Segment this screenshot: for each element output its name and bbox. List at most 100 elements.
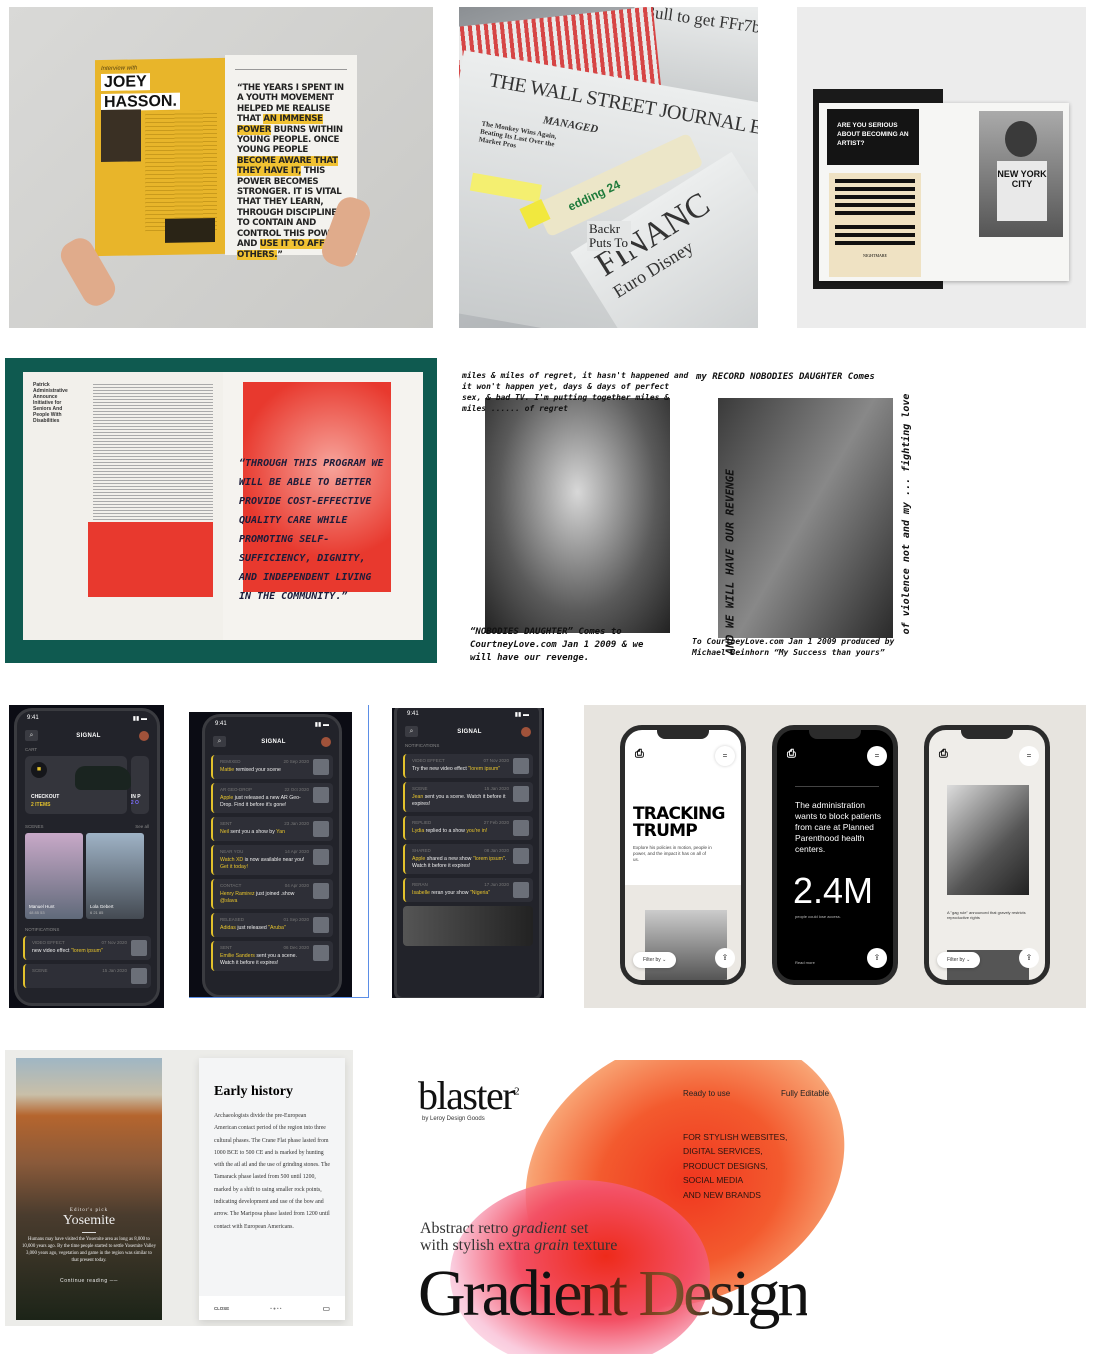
filter-button[interactable]: Filter by ⌄: [937, 952, 981, 968]
menu-icon[interactable]: =: [867, 746, 887, 766]
avatar[interactable]: [521, 726, 531, 737]
history-body: Archaeologists divide the pre-European A…: [214, 1113, 330, 1230]
notification-card[interactable]: SENT 06 Dec 2020 Emilie Sanders sent you a…: [211, 941, 333, 971]
use-item: PRODUCT DESIGNS,: [683, 1160, 768, 1171]
notification-card[interactable]: VIDEO EFFECT 07 Nov 2020 Try the new video…: [403, 754, 533, 778]
filter-button[interactable]: Filter by ⌄: [633, 952, 677, 968]
notification-category: REMIXED: [220, 759, 241, 764]
red-photo: [88, 522, 213, 597]
magazine-photo: Interview with JOEY HASSON. “The years I …: [9, 7, 433, 328]
notification-card[interactable]: RERAN 17 Jun 2020 Isabelle reran your show…: [403, 878, 533, 902]
status-time: 9:41: [215, 721, 227, 727]
notification-card[interactable]: REMIXED 20 Sep 2020 Mattie remixed your sc…: [211, 755, 333, 779]
filter-label: Filter by: [947, 957, 965, 963]
notification-message: Isabelle reran your show "Nigeria": [412, 890, 529, 897]
stat-value: 2.4M: [793, 870, 874, 911]
notification-card[interactable]: RELEASED 01 Sep 2020 Adidas just released …: [211, 913, 333, 937]
share-icon[interactable]: ⇪: [867, 948, 887, 968]
notification-card[interactable]: CONTACT 04 Apr 2020 Henry Ramirez just joi…: [211, 879, 333, 909]
comment-icon[interactable]: ▭: [322, 1304, 330, 1313]
notification-card[interactable]: SENT 23 Jan 2020 Neil sent you a show by Y…: [211, 817, 333, 841]
avatar[interactable]: [321, 736, 331, 747]
highlighted-name: "lorem ipsum": [472, 856, 505, 862]
checkout-card[interactable]: ■ CHECKOUT 2 ITEMS: [25, 756, 131, 814]
highlighted-name: you're in!: [466, 828, 488, 834]
notification-card[interactable]: AR GEO-DROP 22 Oct 2020 Apple just release…: [211, 783, 333, 813]
notification-category: CONTACT: [220, 883, 242, 888]
share-icon[interactable]: ⇪: [1019, 948, 1039, 968]
next-card[interactable]: IN P2 O: [130, 756, 149, 814]
yosemite-app-mockup: Editor's pick Yosemite Humans may have v…: [5, 1050, 353, 1326]
journal-heading: ARE YOU SERIOUS ABOUT BECOMING AN ARTIST…: [827, 109, 919, 165]
notification-category: SHARED: [412, 848, 431, 853]
notification-card[interactable]: VIDEO EFFECT 07 Nov 2020 new video effect …: [23, 936, 151, 960]
page-dots[interactable]: • ● • •: [270, 1306, 281, 1311]
menu-icon[interactable]: =: [1019, 746, 1039, 766]
red-magazine-photo: Patrick Administrative Announce Initiati…: [5, 358, 437, 663]
search-icon[interactable]: ⌕: [405, 726, 418, 737]
close-button[interactable]: CLOSE: [214, 1306, 229, 1311]
highlighted-name: "Nigeria": [469, 890, 491, 896]
search-icon[interactable]: ⌕: [25, 730, 38, 741]
notification-category: SCENE: [32, 968, 48, 973]
notification-card[interactable]: SCENE 15 Jan 2020 Jean sent you a scene. W…: [403, 782, 533, 812]
avatar[interactable]: [139, 730, 149, 741]
message-text: just released: [235, 925, 269, 931]
continue-reading-link[interactable]: Continue reading ──: [16, 1278, 162, 1284]
notification-category: SENT: [220, 945, 233, 950]
photo: [947, 785, 1029, 895]
motorcycle-card[interactable]: [403, 906, 533, 946]
history-title: Early history: [214, 1084, 293, 1099]
subtitle-text: Abstract retro: [420, 1220, 513, 1237]
yosemite-card: Editor's pick Yosemite Humans may have v…: [16, 1058, 162, 1320]
section-label: SCENES: [25, 824, 44, 829]
notification-category: VIDEO EFFECT: [412, 758, 445, 763]
highlighted-name: Isabelle: [412, 890, 430, 896]
cta-label: Continue reading: [60, 1278, 108, 1284]
message-text: just joined .show: [254, 891, 295, 897]
search-icon[interactable]: ⌕: [213, 736, 226, 747]
menu-icon[interactable]: =: [715, 746, 735, 766]
shirt-text: NEW YORK CITY: [997, 161, 1047, 221]
highlighted-name: Lydia: [412, 828, 425, 834]
selection-border: [368, 705, 369, 998]
notification-card[interactable]: SCENE 15 Jan 2020: [23, 964, 151, 988]
handwritten-note: “Through this program we will be able to…: [239, 458, 384, 602]
logo-icon: ⎙: [939, 748, 948, 760]
scene-card[interactable]: Lola Gebert 6 21 85: [86, 833, 144, 919]
notification-date: 27 Feb 2020: [483, 820, 509, 825]
story-caption: A "gag rule" announced that gravely rest…: [947, 910, 1026, 920]
filter-label: Filter by: [643, 957, 661, 963]
redacted-text: NIGHTMARE: [829, 173, 921, 277]
notification-message: Lydia replied to a show you're in!: [412, 828, 529, 835]
notification-card[interactable]: SHARED 08 Jan 2020 Apple shared a new show…: [403, 844, 533, 874]
share-icon[interactable]: ⇪: [715, 948, 735, 968]
notification-card[interactable]: REPLIED 27 Feb 2020 Lydia replied to a sho…: [403, 816, 533, 840]
artist-journal-photo: ARE YOU SERIOUS ABOUT BECOMING AN ARTIST…: [797, 7, 1086, 328]
notification-category: VIDEO EFFECT: [32, 940, 65, 945]
highlighted-name: Get it today!: [220, 864, 248, 870]
notification-date: 07 Nov 2020: [483, 758, 509, 763]
scene-card[interactable]: Manuel Hunt 48 85 53: [25, 833, 83, 919]
highlighted-name: "lorem ipsum": [70, 948, 103, 954]
notification-date: 07 Nov 2020: [101, 940, 127, 945]
portrait-photo: [485, 398, 670, 633]
read-more-link[interactable]: Read more: [795, 960, 815, 965]
subtitle-text: set: [566, 1220, 589, 1237]
article-photo: [165, 218, 215, 243]
notification-meta: VIDEO EFFECT 07 Nov 2020: [412, 758, 529, 763]
notification-message: Try the new video effect "lorem ipsum": [412, 766, 529, 773]
journal-spread: ARE YOU SERIOUS ABOUT BECOMING AN ARTIST…: [819, 103, 1069, 281]
article-text: [145, 110, 217, 232]
notification-category: SENT: [220, 821, 233, 826]
see-all-link[interactable]: See all: [135, 824, 149, 829]
notification-thumbnail: [513, 820, 529, 836]
message-text: Try the new video effect: [412, 766, 469, 772]
logo-icon: ⎙: [787, 748, 796, 760]
notification-date: 17 Jun 2020: [484, 882, 509, 887]
phone-screen-home: ⎙ = TRACKING TRUMP Explore his policies …: [620, 725, 746, 985]
highlighted-name: Emilie Sanders: [220, 953, 255, 959]
redacted-label: NIGHTMARE: [863, 253, 887, 258]
handwritten-note: AND WE WILL HAVE OUR REVENGE: [723, 469, 737, 655]
notification-card[interactable]: NEAR YOU 14 Apr 2020 Watch XD is now avail…: [211, 845, 333, 875]
